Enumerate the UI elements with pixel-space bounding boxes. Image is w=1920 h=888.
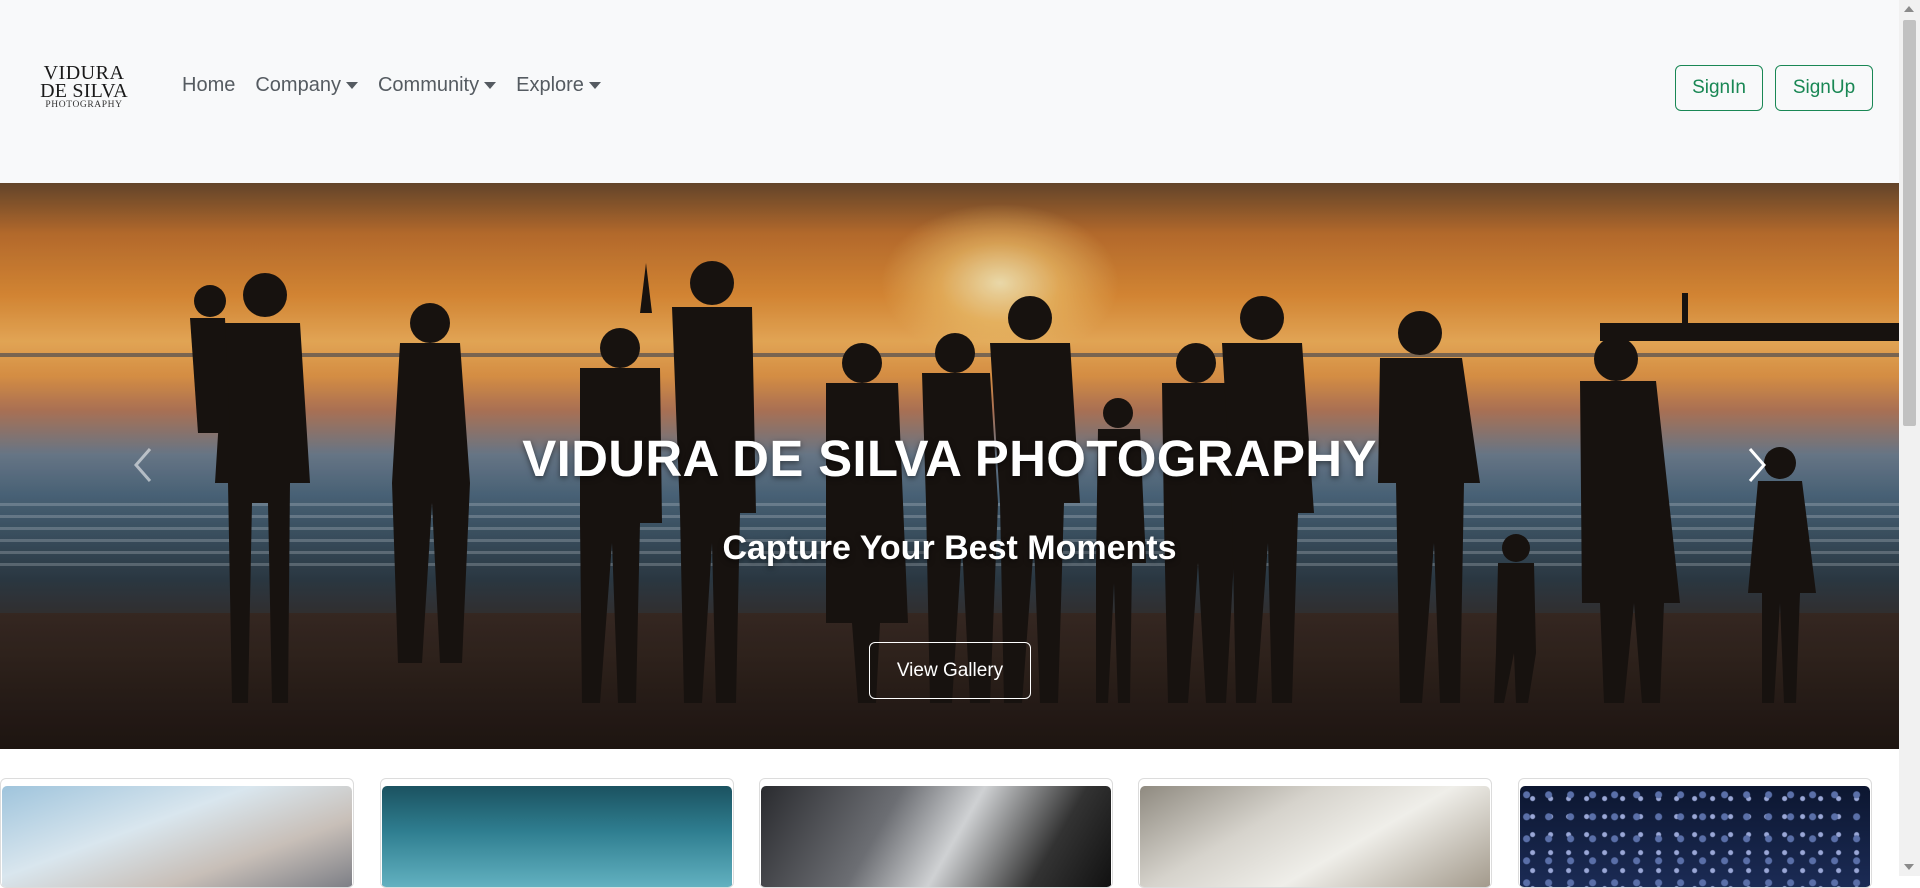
carousel-prev-button[interactable] xyxy=(122,445,162,485)
chevron-left-icon xyxy=(134,448,152,482)
scrollbar-thumb[interactable] xyxy=(1903,20,1916,426)
caret-down-icon xyxy=(588,82,601,89)
chevron-right-icon xyxy=(1748,448,1766,482)
hero-title: VIDURA DE SILVA PHOTOGRAPHY xyxy=(522,430,1377,487)
card-image xyxy=(1520,786,1870,887)
page-scrollbar[interactable] xyxy=(1899,0,1920,876)
nav-item-label: Community xyxy=(377,74,480,96)
card-image xyxy=(1140,786,1490,887)
card-image xyxy=(382,786,732,887)
signup-button[interactable]: SignUp xyxy=(1775,65,1873,111)
nav-item-community[interactable]: Community xyxy=(377,74,497,97)
nav-item-label: Company xyxy=(255,74,341,96)
gallery-card[interactable] xyxy=(759,778,1113,888)
hero-subtitle: Capture Your Best Moments xyxy=(722,529,1177,567)
signin-button[interactable]: SignIn xyxy=(1675,65,1763,111)
gallery-card[interactable] xyxy=(0,778,354,888)
nav-item-explore[interactable]: Explore xyxy=(516,74,601,97)
card-image xyxy=(761,786,1111,887)
gallery-card[interactable] xyxy=(1138,778,1492,888)
brand-line-2: DE SILVA xyxy=(40,80,128,102)
main-nav: Home Company Community Explore xyxy=(182,74,601,97)
hero-carousel: VIDURA DE SILVA PHOTOGRAPHY Capture Your… xyxy=(0,183,1899,749)
brand-logo[interactable]: VIDURA DE SILVA PHOTOGRAPHY xyxy=(36,63,132,110)
nav-item-company[interactable]: Company xyxy=(255,74,358,97)
nav-item-home[interactable]: Home xyxy=(182,74,235,97)
brand-line-3: PHOTOGRAPHY xyxy=(45,100,123,110)
gallery-cards xyxy=(0,778,1899,888)
scroll-down-arrow-icon[interactable] xyxy=(1904,864,1914,870)
view-gallery-button[interactable]: View Gallery xyxy=(869,642,1031,699)
nav-item-label: Explore xyxy=(516,74,584,96)
gallery-card[interactable] xyxy=(1518,778,1872,888)
navbar: VIDURA DE SILVA PHOTOGRAPHY Home Company… xyxy=(0,0,1899,183)
caret-down-icon xyxy=(484,82,497,89)
gallery-card[interactable] xyxy=(380,778,734,888)
carousel-next-button[interactable] xyxy=(1738,445,1778,485)
scroll-up-arrow-icon[interactable] xyxy=(1904,6,1914,12)
card-image xyxy=(2,786,352,887)
nav-item-label: Home xyxy=(182,74,236,96)
caret-down-icon xyxy=(345,82,358,89)
